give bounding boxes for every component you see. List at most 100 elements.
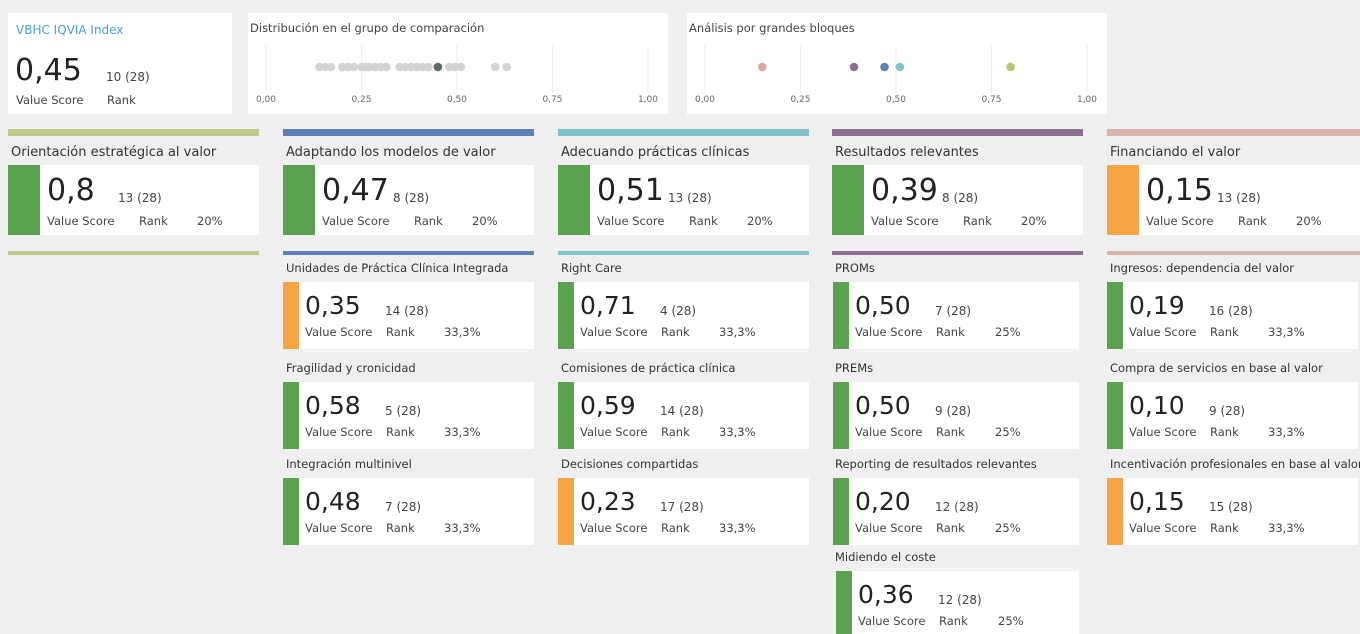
score-status-bar [283, 478, 299, 545]
weight-value: 20% [1296, 214, 1322, 228]
rank-value: 15 (28) [1209, 500, 1253, 514]
rank-value: 14 (28) [660, 404, 704, 418]
value-score-label: Value Score [305, 425, 373, 439]
value-score: 0,15 [1146, 173, 1213, 208]
distribution-highlight-point[interactable] [433, 62, 443, 72]
sub-score-card[interactable]: 0,19 16 (28) Value Score Rank 33,3% [1107, 282, 1358, 349]
rank-value: 8 (28) [393, 191, 430, 205]
sub-score-card[interactable]: 0,59 14 (28) Value Score Rank 33,3% [558, 382, 809, 449]
score-status-bar [833, 382, 849, 449]
block-point[interactable] [849, 62, 859, 72]
value-score-label: Value Score [322, 214, 390, 228]
sub-score-card[interactable]: 0,10 9 (28) Value Score Rank 33,3% [1107, 382, 1358, 449]
tick-label: 0,50 [886, 95, 906, 105]
sub-score-card[interactable]: 0,50 9 (28) Value Score Rank 25% [833, 382, 1079, 449]
section-divider [283, 251, 534, 255]
subsection-title: Unidades de Práctica Clínica Integrada [286, 261, 509, 275]
value-score: 0,51 [597, 173, 664, 208]
value-score: 0,50 [855, 291, 911, 320]
rank-label: Rank [386, 425, 415, 439]
block-score-card[interactable]: 0,47 8 (28) Value Score Rank 20% [283, 165, 534, 235]
weight-value: 20% [472, 214, 498, 228]
rank-value: 13 (28) [668, 191, 712, 205]
block-point[interactable] [1006, 62, 1015, 72]
sub-score-card[interactable]: 0,58 5 (28) Value Score Rank 33,3% [283, 382, 534, 449]
block-score-card[interactable]: 0,8 13 (28) Value Score Rank 20% [8, 165, 259, 235]
value-score-label: Value Score [580, 521, 648, 535]
value-score: 0,50 [855, 391, 911, 420]
rank-value: 12 (28) [938, 593, 982, 607]
block-score-card[interactable]: 0,39 8 (28) Value Score Rank 20% [832, 165, 1083, 235]
section-color-bar [1107, 129, 1360, 136]
subsection-title: PROMs [835, 261, 875, 275]
rank-label: Rank [386, 325, 415, 339]
sub-score-card[interactable]: 0,23 17 (28) Value Score Rank 33,3% [558, 478, 809, 545]
value-score-label: Value Score [1146, 214, 1214, 228]
subsection-title: Compra de servicios en base al valor [1110, 361, 1323, 375]
weight-value: 25% [995, 325, 1021, 339]
section-title: Orientación estratégica al valor [11, 145, 217, 160]
value-score-label: Value Score [858, 614, 926, 628]
subsection-title: PREMs [835, 361, 874, 375]
distribution-point[interactable] [502, 62, 511, 72]
score-status-bar [836, 571, 852, 634]
distribution-point[interactable] [349, 62, 359, 72]
value-score: 0,10 [1129, 391, 1185, 420]
weight-value: 33,3% [444, 521, 481, 535]
index-title[interactable]: VBHC IQVIA Index [16, 23, 123, 37]
distribution-point[interactable] [456, 62, 466, 72]
block-score-card[interactable]: 0,15 13 (28) Value Score Rank 20% [1107, 165, 1360, 235]
section-color-bar [832, 129, 1083, 136]
block-point[interactable] [758, 62, 767, 72]
sub-score-card[interactable]: 0,48 7 (28) Value Score Rank 33,3% [283, 478, 534, 545]
section-divider [1107, 251, 1360, 255]
section-color-bar [8, 129, 259, 136]
sub-score-card[interactable]: 0,15 15 (28) Value Score Rank 33,3% [1107, 478, 1358, 545]
distribution-strip-plot[interactable]: 0,00 0,25 0,50 0,75 1,00 [248, 13, 668, 114]
tick-label: 1,00 [1077, 95, 1097, 105]
score-status-bar [1107, 478, 1123, 545]
rank-label: Rank [936, 325, 965, 339]
distribution-point[interactable] [326, 62, 336, 72]
subsection-title: Decisiones compartidas [561, 457, 699, 471]
rank-label: Rank [689, 214, 718, 228]
block-point[interactable] [895, 62, 905, 72]
weight-value: 20% [1021, 214, 1047, 228]
tick-label: 0,25 [790, 95, 810, 105]
rank-label: Rank [1210, 425, 1239, 439]
weight-value: 33,3% [1268, 521, 1305, 535]
rank-label: Rank [936, 521, 965, 535]
block-score-card[interactable]: 0,51 13 (28) Value Score Rank 20% [558, 165, 809, 235]
value-score-label: Value Score [305, 325, 373, 339]
rank-value: 16 (28) [1209, 304, 1253, 318]
value-score: 0,20 [855, 487, 911, 516]
value-score: 0,35 [305, 291, 361, 320]
sub-score-card[interactable]: 0,71 4 (28) Value Score Rank 33,3% [558, 282, 809, 349]
sub-score-card[interactable]: 0,35 14 (28) Value Score Rank 33,3% [283, 282, 534, 349]
sub-score-card[interactable]: 0,36 12 (28) Value Score Rank 25% [836, 571, 1079, 634]
distribution-point[interactable] [490, 62, 500, 72]
score-status-bar [558, 478, 574, 545]
rank-value: 7 (28) [935, 304, 972, 318]
blocks-strip-plot[interactable]: 0,00 0,25 0,50 0,75 1,00 [687, 13, 1107, 114]
sub-score-card[interactable]: 0,50 7 (28) Value Score Rank 25% [833, 282, 1079, 349]
rank-label: Rank [963, 214, 992, 228]
section-title: Adecuando prácticas clínicas [561, 145, 750, 160]
rank-label: Rank [1210, 325, 1239, 339]
score-status-bar [283, 382, 299, 449]
score-status-bar [8, 165, 40, 235]
weight-value: 33,3% [1268, 325, 1305, 339]
value-score-label: Value Score [855, 521, 923, 535]
subsection-title: Comisiones de práctica clínica [561, 361, 736, 375]
distribution-point[interactable] [382, 62, 391, 72]
score-status-bar [1107, 382, 1123, 449]
sub-score-card[interactable]: 0,20 12 (28) Value Score Rank 25% [833, 478, 1079, 545]
weight-value: 33,3% [444, 325, 481, 339]
distribution-point[interactable] [424, 62, 433, 72]
score-status-bar [283, 282, 299, 349]
value-score-label: Value Score [47, 214, 115, 228]
score-status-bar [558, 282, 574, 349]
block-point[interactable] [880, 62, 889, 72]
rank-label: Rank [139, 214, 168, 228]
section-divider [8, 251, 259, 255]
